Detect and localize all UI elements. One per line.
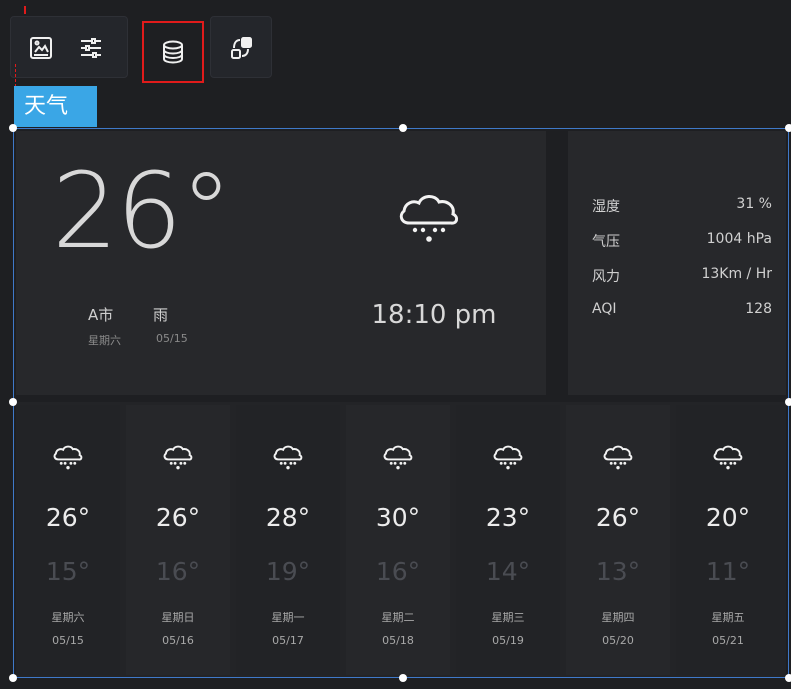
resize-handle-l[interactable]	[9, 398, 17, 406]
resize-handle-b[interactable]	[399, 674, 407, 682]
link-shapes-icon	[231, 37, 252, 59]
image-settings-button[interactable]	[19, 26, 63, 70]
toolbar-group-interaction	[210, 16, 272, 78]
image-icon	[30, 37, 52, 59]
resize-handle-tl[interactable]	[9, 124, 17, 132]
sliders-icon	[81, 38, 101, 58]
resize-handle-r[interactable]	[785, 398, 791, 406]
widget-label[interactable]: 天气	[14, 86, 97, 127]
toolbar-group-data	[130, 16, 206, 83]
interaction-button[interactable]	[219, 26, 263, 70]
resize-handle-br[interactable]	[785, 674, 791, 682]
sliders-button[interactable]	[69, 26, 113, 70]
resize-handle-t[interactable]	[399, 124, 407, 132]
database-button[interactable]	[142, 21, 204, 83]
resize-handle-tr[interactable]	[785, 124, 791, 132]
database-icon	[163, 40, 183, 64]
toolbar-group-style	[10, 16, 128, 78]
guide-marker	[24, 6, 26, 14]
selection-frame[interactable]	[13, 128, 789, 678]
resize-handle-bl[interactable]	[9, 674, 17, 682]
